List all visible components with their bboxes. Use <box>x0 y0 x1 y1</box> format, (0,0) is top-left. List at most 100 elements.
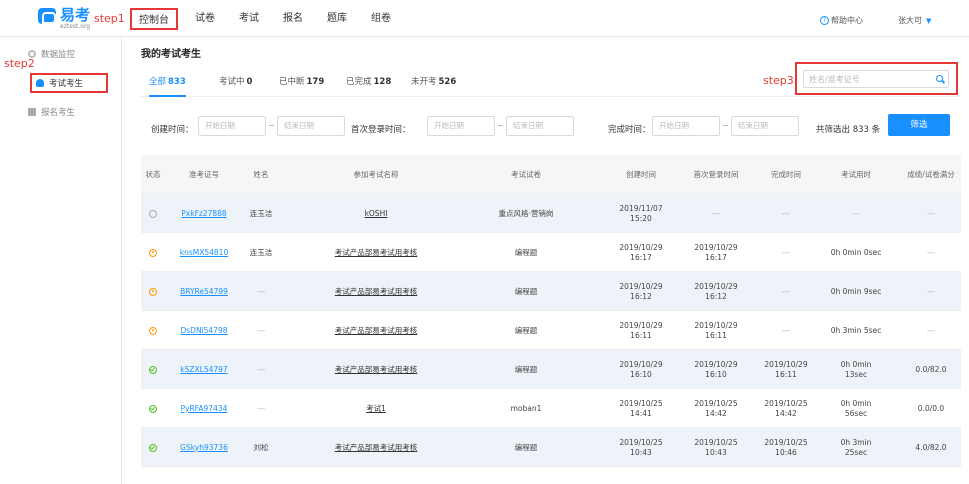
table-row[interactable]: knsMX54810 连玉洁 考试产品部易考试用考核 编程题 2019/10/29 16… <box>141 233 961 272</box>
exam-name-link[interactable]: 考试产品部易考试用考核 <box>335 443 418 453</box>
exam-name-link[interactable]: 考试1 <box>366 404 386 414</box>
date-separator <box>498 125 503 126</box>
nav-registration[interactable]: 报名 <box>276 8 310 30</box>
table-row[interactable]: DsDNi54798 --- 考试产品部易考试用考核 编程题 2019/10/29 16… <box>141 311 961 350</box>
finished-value: 2019/10/29 16:11 <box>764 359 808 379</box>
sidebar-item-data-monitor[interactable]: 数据监控 <box>28 45 75 63</box>
help-center-link[interactable]: ? 帮助中心 <box>820 15 863 26</box>
main-content: 我的考试考生 全部 833 考试中 0 已中断 179 已完成 128 未开考 526 s… <box>133 37 969 484</box>
finished-end-date[interactable]: 结束日期 <box>731 116 799 136</box>
score-value: 0.0/0.0 <box>917 403 945 413</box>
status-cell <box>141 272 165 311</box>
user-menu[interactable]: 张大可 ▼ <box>898 15 931 26</box>
tab-count: 128 <box>373 77 392 87</box>
ticket-id-link[interactable]: DsDNi54798 <box>180 326 227 336</box>
first-login-start-date[interactable]: 开始日期 <box>427 116 495 136</box>
person-icon <box>36 79 44 87</box>
tab-label: 考试中 <box>219 77 245 87</box>
search-icon[interactable] <box>936 75 943 82</box>
tab-in-progress[interactable]: 考试中 0 <box>219 75 252 87</box>
paper-value: 编程题 <box>514 286 538 296</box>
help-icon: ? <box>820 16 829 25</box>
ticket-id-link[interactable]: kSZXL54797 <box>180 365 227 375</box>
duration-value: --- <box>851 208 861 218</box>
date-separator <box>269 125 274 126</box>
header-finished: 完成时间 <box>771 169 801 179</box>
table-row[interactable]: PxkFz27888 连玉洁 kOSHI 重点风格·营销岗 2019/11/07 15:… <box>141 194 961 233</box>
name-value: 连玉洁 <box>249 208 273 218</box>
table-body: PxkFz27888 连玉洁 kOSHI 重点风格·营销岗 2019/11/07 15:… <box>141 194 961 467</box>
paper-value: 重点风格·营销岗 <box>498 208 554 218</box>
created-value: 2019/10/29 16:17 <box>619 242 663 262</box>
tab-count: 526 <box>438 77 457 87</box>
name-value: --- <box>256 403 266 413</box>
created-time-label: 创建时间： <box>151 125 194 135</box>
finished-start-date[interactable]: 开始日期 <box>652 116 720 136</box>
sidebar: step2 数据监控 考试考生 报名考生 <box>0 37 122 484</box>
tab-label: 未开考 <box>411 77 437 87</box>
exam-name-link[interactable]: kOSHI <box>365 209 388 219</box>
score-value: --- <box>926 247 936 257</box>
exam-name-link[interactable]: 考试产品部易考试用考核 <box>335 248 418 258</box>
tab-not-started[interactable]: 未开考 526 <box>411 75 456 87</box>
filter-result-count: 共筛选出 833 条 <box>816 125 881 135</box>
tab-interrupted[interactable]: 已中断 179 <box>279 75 324 87</box>
ticket-id-link[interactable]: PxkFz27888 <box>181 209 226 219</box>
sidebar-item-exam-candidates[interactable]: 考试考生 <box>30 73 108 93</box>
nav-console[interactable]: 控制台 <box>130 8 178 30</box>
status-pending-icon <box>149 209 157 218</box>
first-login-value: 2019/10/29 16:17 <box>694 242 738 262</box>
caret-down-icon: ▼ <box>926 17 932 25</box>
status-progress-icon <box>149 287 157 296</box>
header-duration: 考试用时 <box>841 169 871 179</box>
score-value: --- <box>926 208 936 218</box>
sidebar-item-label: 数据监控 <box>41 50 76 60</box>
nav-compose-paper[interactable]: 组卷 <box>364 8 398 30</box>
created-start-date[interactable]: 开始日期 <box>198 116 266 136</box>
status-done-icon <box>149 443 157 452</box>
ticket-id-link[interactable]: GSkyh93736 <box>180 443 228 453</box>
logo[interactable]: 易考 eztest.org <box>38 8 90 30</box>
sidebar-item-label: 考试考生 <box>49 79 84 89</box>
header-status: 状态 <box>145 169 161 179</box>
tab-count: 0 <box>246 77 253 87</box>
tab-count: 833 <box>168 77 186 87</box>
sidebar-item-registered-candidates[interactable]: 报名考生 <box>28 103 75 121</box>
ticket-id-link[interactable]: PyRFA97434 <box>181 404 228 414</box>
table-row[interactable]: kSZXL54797 --- 考试产品部易考试用考核 编程题 2019/10/29 16… <box>141 350 961 389</box>
first-login-value: 2019/10/29 16:10 <box>694 359 738 379</box>
score-value: 0.0/82.0 <box>915 364 947 374</box>
created-value: 2019/10/29 16:11 <box>619 320 663 340</box>
status-progress-icon <box>149 326 157 335</box>
main-nav: 控制台 试卷 考试 报名 题库 组卷 <box>130 8 408 30</box>
search-input[interactable] <box>803 70 949 88</box>
status-done-icon <box>149 365 157 374</box>
tab-all[interactable]: 全部 833 <box>149 75 186 97</box>
exam-name-link[interactable]: 考试产品部易考试用考核 <box>335 365 418 375</box>
nav-papers[interactable]: 试卷 <box>188 8 222 30</box>
first-login-value: 2019/10/29 16:12 <box>694 281 738 301</box>
first-login-time-label: 首次登录时间： <box>351 125 411 135</box>
nav-question-bank[interactable]: 题库 <box>320 8 354 30</box>
filter-button[interactable]: 筛选 <box>888 114 950 136</box>
ticket-id-link[interactable]: BRYRe54799 <box>180 287 228 297</box>
tab-completed[interactable]: 已完成 128 <box>346 75 391 87</box>
header-exam-name: 参加考试名称 <box>353 169 399 179</box>
first-login-end-date[interactable]: 结束日期 <box>506 116 574 136</box>
table-row[interactable]: GSkyh93736 刘松 考试产品部易考试用考核 编程题 2019/10/25 10:… <box>141 428 961 467</box>
name-value: 刘松 <box>253 442 269 452</box>
score-value: --- <box>926 286 936 296</box>
page-title: 我的考试考生 <box>141 49 201 60</box>
candidates-table: 状态 准考证号 姓名 参加考试名称 考试试卷 创建时间 首次登录时间 完成时间 … <box>141 155 961 467</box>
ticket-id-link[interactable]: knsMX54810 <box>180 248 228 258</box>
exam-name-link[interactable]: 考试产品部易考试用考核 <box>335 326 418 336</box>
duration-value: 0h 0min 56sec <box>840 398 872 418</box>
table-row[interactable]: BRYRe54799 --- 考试产品部易考试用考核 编程题 2019/10/29 16… <box>141 272 961 311</box>
created-value: 2019/11/07 15:20 <box>619 203 663 223</box>
score-value: --- <box>926 325 936 335</box>
nav-exams[interactable]: 考试 <box>232 8 266 30</box>
table-row[interactable]: PyRFA97434 --- 考试1 moban1 2019/10/25 14:41 20… <box>141 389 961 428</box>
created-end-date[interactable]: 结束日期 <box>277 116 345 136</box>
created-value: 2019/10/29 16:10 <box>619 359 663 379</box>
exam-name-link[interactable]: 考试产品部易考试用考核 <box>335 287 418 297</box>
